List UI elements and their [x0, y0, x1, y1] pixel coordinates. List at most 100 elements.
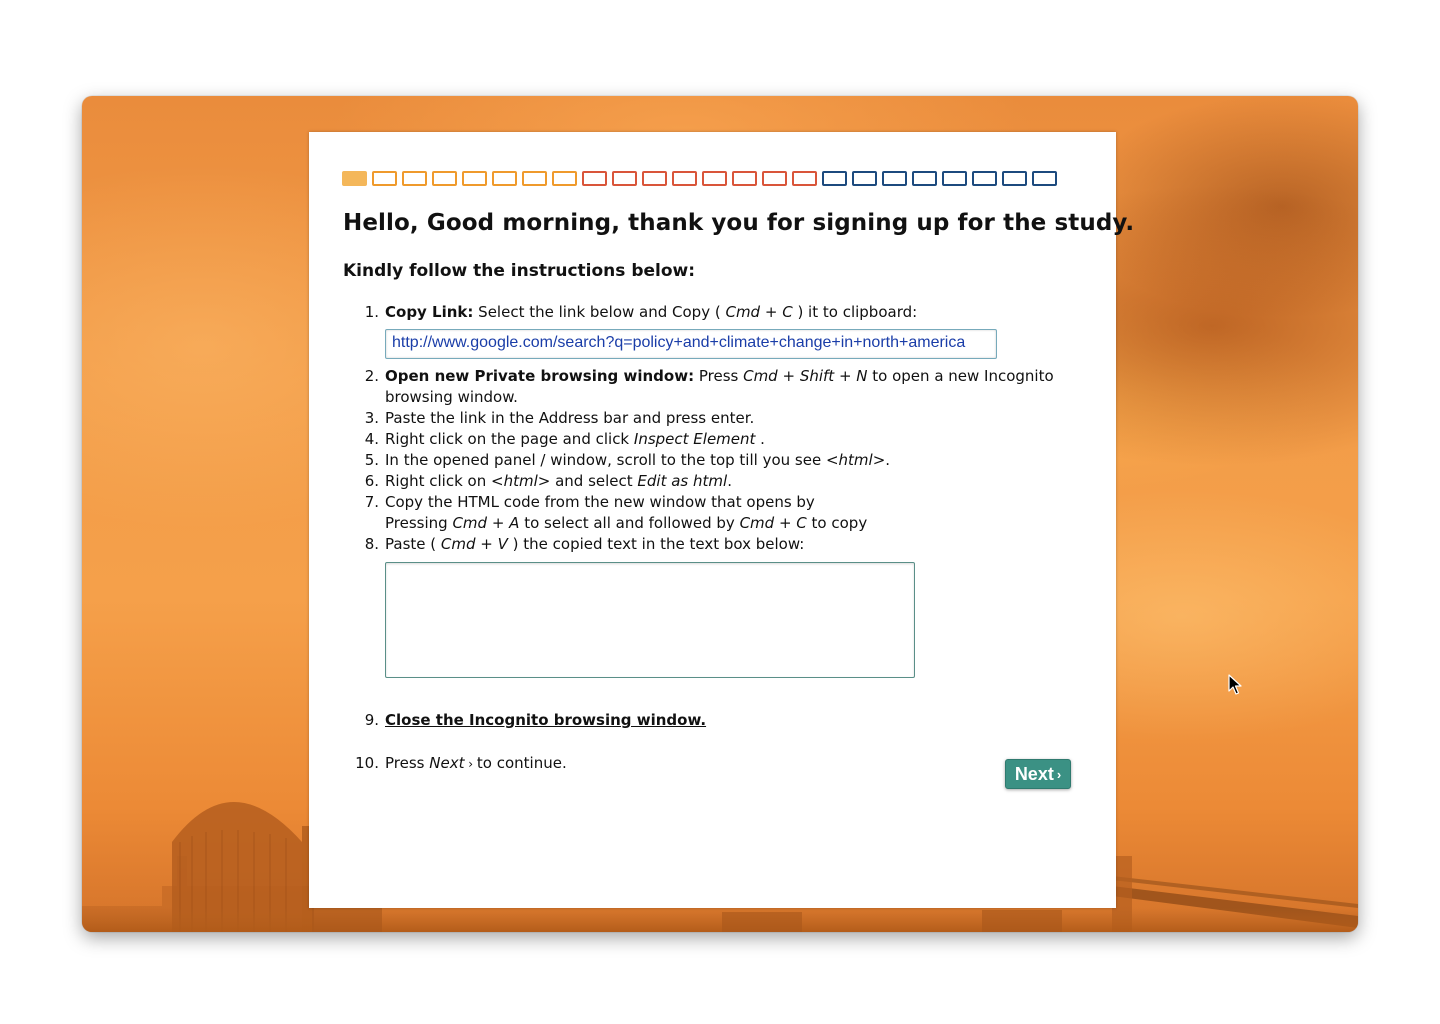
key-cmd: Cmd	[452, 514, 488, 532]
step-number: 9.	[364, 711, 379, 729]
progress-segment	[702, 171, 727, 186]
chevron-right-icon: ›	[1056, 766, 1062, 782]
progress-segment	[402, 171, 427, 186]
key-cmd: Cmd	[743, 367, 778, 385]
step-text: Press	[694, 367, 744, 385]
step-number: 7.	[364, 493, 379, 511]
step-text: .	[755, 430, 765, 448]
page-title: Hello, Good morning, thank you for signi…	[343, 210, 1135, 236]
progress-segment	[732, 171, 757, 186]
progress-segment	[582, 171, 607, 186]
menu-item-name: Inspect Element	[633, 430, 756, 448]
progress-segment	[972, 171, 997, 186]
step-text-continued: Pressing Cmd + A to select all and follo…	[343, 513, 867, 534]
step-9: 9. Close the Incognito browsing window.	[343, 710, 706, 731]
step-text: and select	[550, 472, 638, 490]
progress-segment	[462, 171, 487, 186]
study-link-input[interactable]: http://www.google.com/search?q=policy+an…	[385, 329, 997, 359]
key-plus: +	[774, 514, 797, 532]
mouse-pointer-icon	[1228, 674, 1242, 695]
close-incognito-link[interactable]: Close the Incognito browsing window.	[385, 711, 706, 729]
progress-segment	[672, 171, 697, 186]
step-text: to select all and followed by	[519, 514, 740, 532]
progress-segment	[792, 171, 817, 186]
step-text: In the opened panel / window, scroll to …	[385, 451, 826, 469]
key-c: C	[782, 303, 793, 321]
html-paste-textarea[interactable]	[385, 562, 915, 678]
step-title: Copy Link:	[385, 303, 474, 321]
step-title: Open new Private browsing window:	[385, 367, 695, 385]
progress-segment	[882, 171, 907, 186]
progress-segment	[1002, 171, 1027, 186]
step-text: Paste the link in the Address bar and pr…	[385, 409, 755, 427]
study-instructions-card: Hello, Good morning, thank you for signi…	[309, 132, 1134, 908]
key-n: N	[856, 367, 868, 385]
step-text: Press	[385, 754, 430, 772]
step-text: ) it to clipboard:	[792, 303, 918, 321]
step-text: to open a new Incognito	[867, 367, 1054, 385]
key-plus: +	[475, 535, 498, 553]
step-1: 1. Copy Link: Select the link below and C…	[343, 302, 918, 323]
key-shift: Shift	[799, 367, 835, 385]
next-button[interactable]: Next ›	[1005, 759, 1071, 789]
step-number: 4.	[364, 430, 379, 448]
progress-segment	[372, 171, 397, 186]
step-text-continued: browsing window.	[385, 388, 518, 406]
key-a: A	[509, 514, 520, 532]
step-4: 4. Right click on the page and click Insp…	[343, 429, 765, 450]
progress-segment	[492, 171, 517, 186]
progress-indicator	[342, 171, 1057, 186]
progress-segment	[912, 171, 937, 186]
key-cmd: Cmd	[739, 514, 775, 532]
step-number: 5.	[364, 451, 379, 469]
step-8: 8. Paste ( Cmd + V ) the copied text in t…	[343, 534, 805, 555]
step-2: 2. Open new Private browsing window: Pres…	[343, 366, 1054, 408]
key-cmd: Cmd	[440, 535, 476, 553]
progress-segment	[642, 171, 667, 186]
step-number: 6.	[364, 472, 379, 490]
step-text: Pressing	[385, 514, 453, 532]
html-tag-text: <html>	[491, 472, 551, 490]
step-5: 5. In the opened panel / window, scroll t…	[343, 450, 890, 471]
progress-segment	[342, 171, 367, 186]
step-number: 3.	[364, 409, 379, 427]
step-text: to continue.	[476, 754, 567, 772]
key-cmd: Cmd	[725, 303, 761, 321]
step-text: Copy the HTML code from the new window t…	[385, 493, 815, 511]
step-text: .	[727, 472, 732, 490]
progress-segment	[552, 171, 577, 186]
key-plus: +	[760, 303, 783, 321]
next-button-label: Next	[1014, 763, 1054, 784]
progress-segment	[1032, 171, 1057, 186]
menu-item-name: Edit as html	[637, 472, 728, 490]
step-number: 8.	[364, 535, 379, 553]
progress-segment	[822, 171, 847, 186]
step-number: 2.	[364, 367, 379, 385]
step-number: 10.	[355, 754, 379, 772]
progress-segment	[522, 171, 547, 186]
key-plus: +	[487, 514, 510, 532]
key-plus: +	[777, 367, 800, 385]
key-c: C	[796, 514, 807, 532]
instructions-heading: Kindly follow the instructions below:	[343, 261, 696, 281]
progress-segment	[612, 171, 637, 186]
step-text: Right click on	[385, 472, 492, 490]
browser-window: Hello, Good morning, thank you for signi…	[82, 96, 1358, 932]
chevron-right-icon: ›	[464, 757, 477, 771]
step-number: 1.	[364, 303, 379, 321]
progress-segment	[762, 171, 787, 186]
step-3: 3. Paste the link in the Address bar and …	[343, 408, 755, 429]
key-v: V	[497, 535, 508, 553]
step-text: Right click on the page and click	[385, 430, 634, 448]
step-text: Select the link below and Copy (	[473, 303, 726, 321]
html-tag-text: <html>	[825, 451, 886, 469]
progress-segment	[432, 171, 457, 186]
step-7: 7. Copy the HTML code from the new window…	[343, 492, 868, 534]
progress-segment	[852, 171, 877, 186]
step-10: 10. Press Next › to continue.	[343, 753, 567, 775]
key-plus: +	[834, 367, 857, 385]
step-text: ) the copied text in the text box below:	[507, 535, 805, 553]
step-6: 6. Right click on <html> and select Edit …	[343, 471, 732, 492]
next-reference: Next	[429, 754, 465, 772]
step-text: to copy	[806, 514, 868, 532]
